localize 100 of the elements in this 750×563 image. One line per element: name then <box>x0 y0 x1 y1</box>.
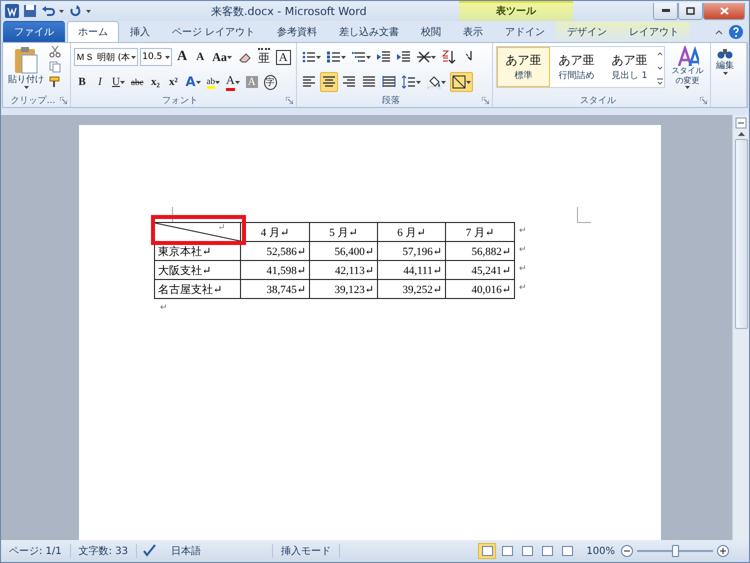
justify-icon <box>362 75 376 89</box>
word-logo-icon <box>5 4 19 18</box>
scrollbar-thumb[interactable] <box>734 139 748 329</box>
table-header-cell: 4 月↵ <box>240 222 310 242</box>
shrink-font-button[interactable]: A <box>192 47 208 67</box>
ribbon-tab[interactable]: 参考資料 <box>266 21 328 42</box>
ribbon-tab[interactable]: 表示 <box>452 21 494 42</box>
scissors-icon <box>49 46 61 58</box>
align-center-button[interactable] <box>320 72 338 92</box>
table-header-cell: 5 月↵ <box>310 222 378 242</box>
language-indicator[interactable]: 日本語 <box>162 544 273 558</box>
caret-icon <box>366 56 371 58</box>
view-button[interactable] <box>478 543 496 559</box>
dialog-launcher-icon[interactable] <box>60 97 67 104</box>
ribbon-tab[interactable]: 挿入 <box>119 21 161 42</box>
ribbon-tab[interactable]: ホーム <box>67 21 119 42</box>
font-name-field[interactable]: ＭＳ 明朝 (本 <box>74 48 138 66</box>
character-border-button[interactable]: A <box>274 47 293 67</box>
caret-icon <box>131 56 136 58</box>
change-styles-button[interactable]: スタイルの変更 <box>668 46 707 94</box>
styles-letters-icon <box>676 46 698 66</box>
caret-icon <box>234 80 240 84</box>
format-painter-icon <box>49 76 61 88</box>
ribbon-tab[interactable]: デザイン <box>556 21 618 42</box>
text-effect-button[interactable]: A <box>183 72 203 92</box>
table-cell: 41,598↵ <box>240 260 310 280</box>
table-cell: 大阪支社↵ <box>154 260 240 280</box>
zoom-level[interactable]: 100% <box>576 546 621 556</box>
ruler-toggle-icon <box>735 117 747 129</box>
phonetic-guide-button[interactable]: 亜 <box>256 47 272 67</box>
caret-icon <box>316 56 321 58</box>
caret-icon <box>120 80 125 84</box>
caret-icon <box>226 56 232 58</box>
caret-icon <box>685 86 690 89</box>
table-cell: 56,882↵ <box>446 242 514 260</box>
paste-button[interactable]: 貼り付け <box>6 46 46 94</box>
bold-button[interactable]: B <box>74 72 90 92</box>
caret-icon <box>466 80 471 84</box>
row-end-mark: ↵ <box>518 282 527 295</box>
caret-icon <box>416 80 421 84</box>
decrease-indent-icon <box>377 50 391 64</box>
dialog-launcher-icon[interactable] <box>286 97 293 104</box>
table-cell: 39,252↵ <box>378 280 446 298</box>
zoom-thumb[interactable] <box>672 545 679 557</box>
word-count[interactable]: 文字数: 33 <box>70 544 137 558</box>
close-button[interactable] <box>703 2 745 20</box>
insert-mode[interactable]: 挿入モード <box>272 544 340 558</box>
table-cell: 38,745↵ <box>240 280 310 298</box>
cross-arrows-icon <box>417 50 431 64</box>
numbered-list-icon <box>327 50 341 64</box>
style-item[interactable]: あア亜 見出し 1 <box>603 47 656 87</box>
minimize-icon <box>662 9 670 12</box>
maximize-button[interactable] <box>678 2 703 20</box>
row-end-mark: ↵ <box>518 225 527 238</box>
context-tab-header: 表ツール <box>459 1 573 21</box>
page-indicator[interactable]: ページ: 1/1 <box>1 544 71 558</box>
paragraph-mark: ↵ <box>160 303 169 313</box>
strikethrough-button[interactable]: abc <box>128 72 146 92</box>
bullet-list-icon <box>302 50 316 64</box>
ribbon-tab[interactable]: レイアウト <box>618 21 690 42</box>
zoom-out-icon[interactable] <box>621 545 633 557</box>
dialog-launcher-icon[interactable] <box>700 97 707 104</box>
italic-button[interactable]: I <box>92 72 108 92</box>
ribbon-tab[interactable]: ページ レイアウト <box>161 21 266 42</box>
ribbon-tab[interactable]: アドイン <box>494 21 556 42</box>
diagonal-border-icon <box>452 75 466 89</box>
superscript-button[interactable]: x² <box>165 72 182 92</box>
change-case-button[interactable]: Aa <box>210 47 234 67</box>
row-end-mark: ↵ <box>518 244 527 257</box>
font-name: ＭＳ 明朝 (本 <box>76 52 130 64</box>
zoom-in-icon[interactable] <box>717 545 729 557</box>
font-size-field[interactable]: 10.5 <box>140 48 172 66</box>
ribbon-tab[interactable]: ファイル <box>3 21 65 42</box>
dialog-launcher-icon[interactable] <box>482 97 489 104</box>
grow-font-button[interactable]: A <box>174 47 190 67</box>
table-header-cell: 6 月↵ <box>378 222 446 242</box>
page-view-icon <box>502 546 513 556</box>
ribbon-tab[interactable]: 差し込み文書 <box>328 21 410 42</box>
scroll-up-icon <box>736 131 746 137</box>
highlight-button[interactable]: ab <box>204 72 222 92</box>
page-view-icon <box>542 546 553 556</box>
align-center-icon <box>322 75 336 89</box>
sort-icon <box>442 50 456 64</box>
ribbon-tab[interactable]: 校閲 <box>410 21 452 42</box>
editing-button[interactable]: 編集 <box>714 46 736 107</box>
style-item[interactable]: あア亜 行間詰め <box>550 47 603 87</box>
font-color-button[interactable]: A <box>224 72 242 92</box>
page-view-icon <box>562 546 573 556</box>
style-item[interactable]: あア亜 標準 <box>497 47 550 87</box>
caret-icon <box>196 80 201 84</box>
redo-icon <box>68 4 82 18</box>
distribute-icon <box>382 75 396 89</box>
borders-button[interactable] <box>450 72 473 92</box>
group-label: フォント <box>161 95 199 107</box>
caret-icon <box>722 72 728 75</box>
row-end-mark: ↵ <box>518 263 527 276</box>
underline-button[interactable]: U <box>110 72 127 92</box>
subscript-button[interactable]: x₂ <box>147 72 164 92</box>
minimize-button[interactable] <box>653 2 678 20</box>
page-view-icon <box>482 546 493 556</box>
